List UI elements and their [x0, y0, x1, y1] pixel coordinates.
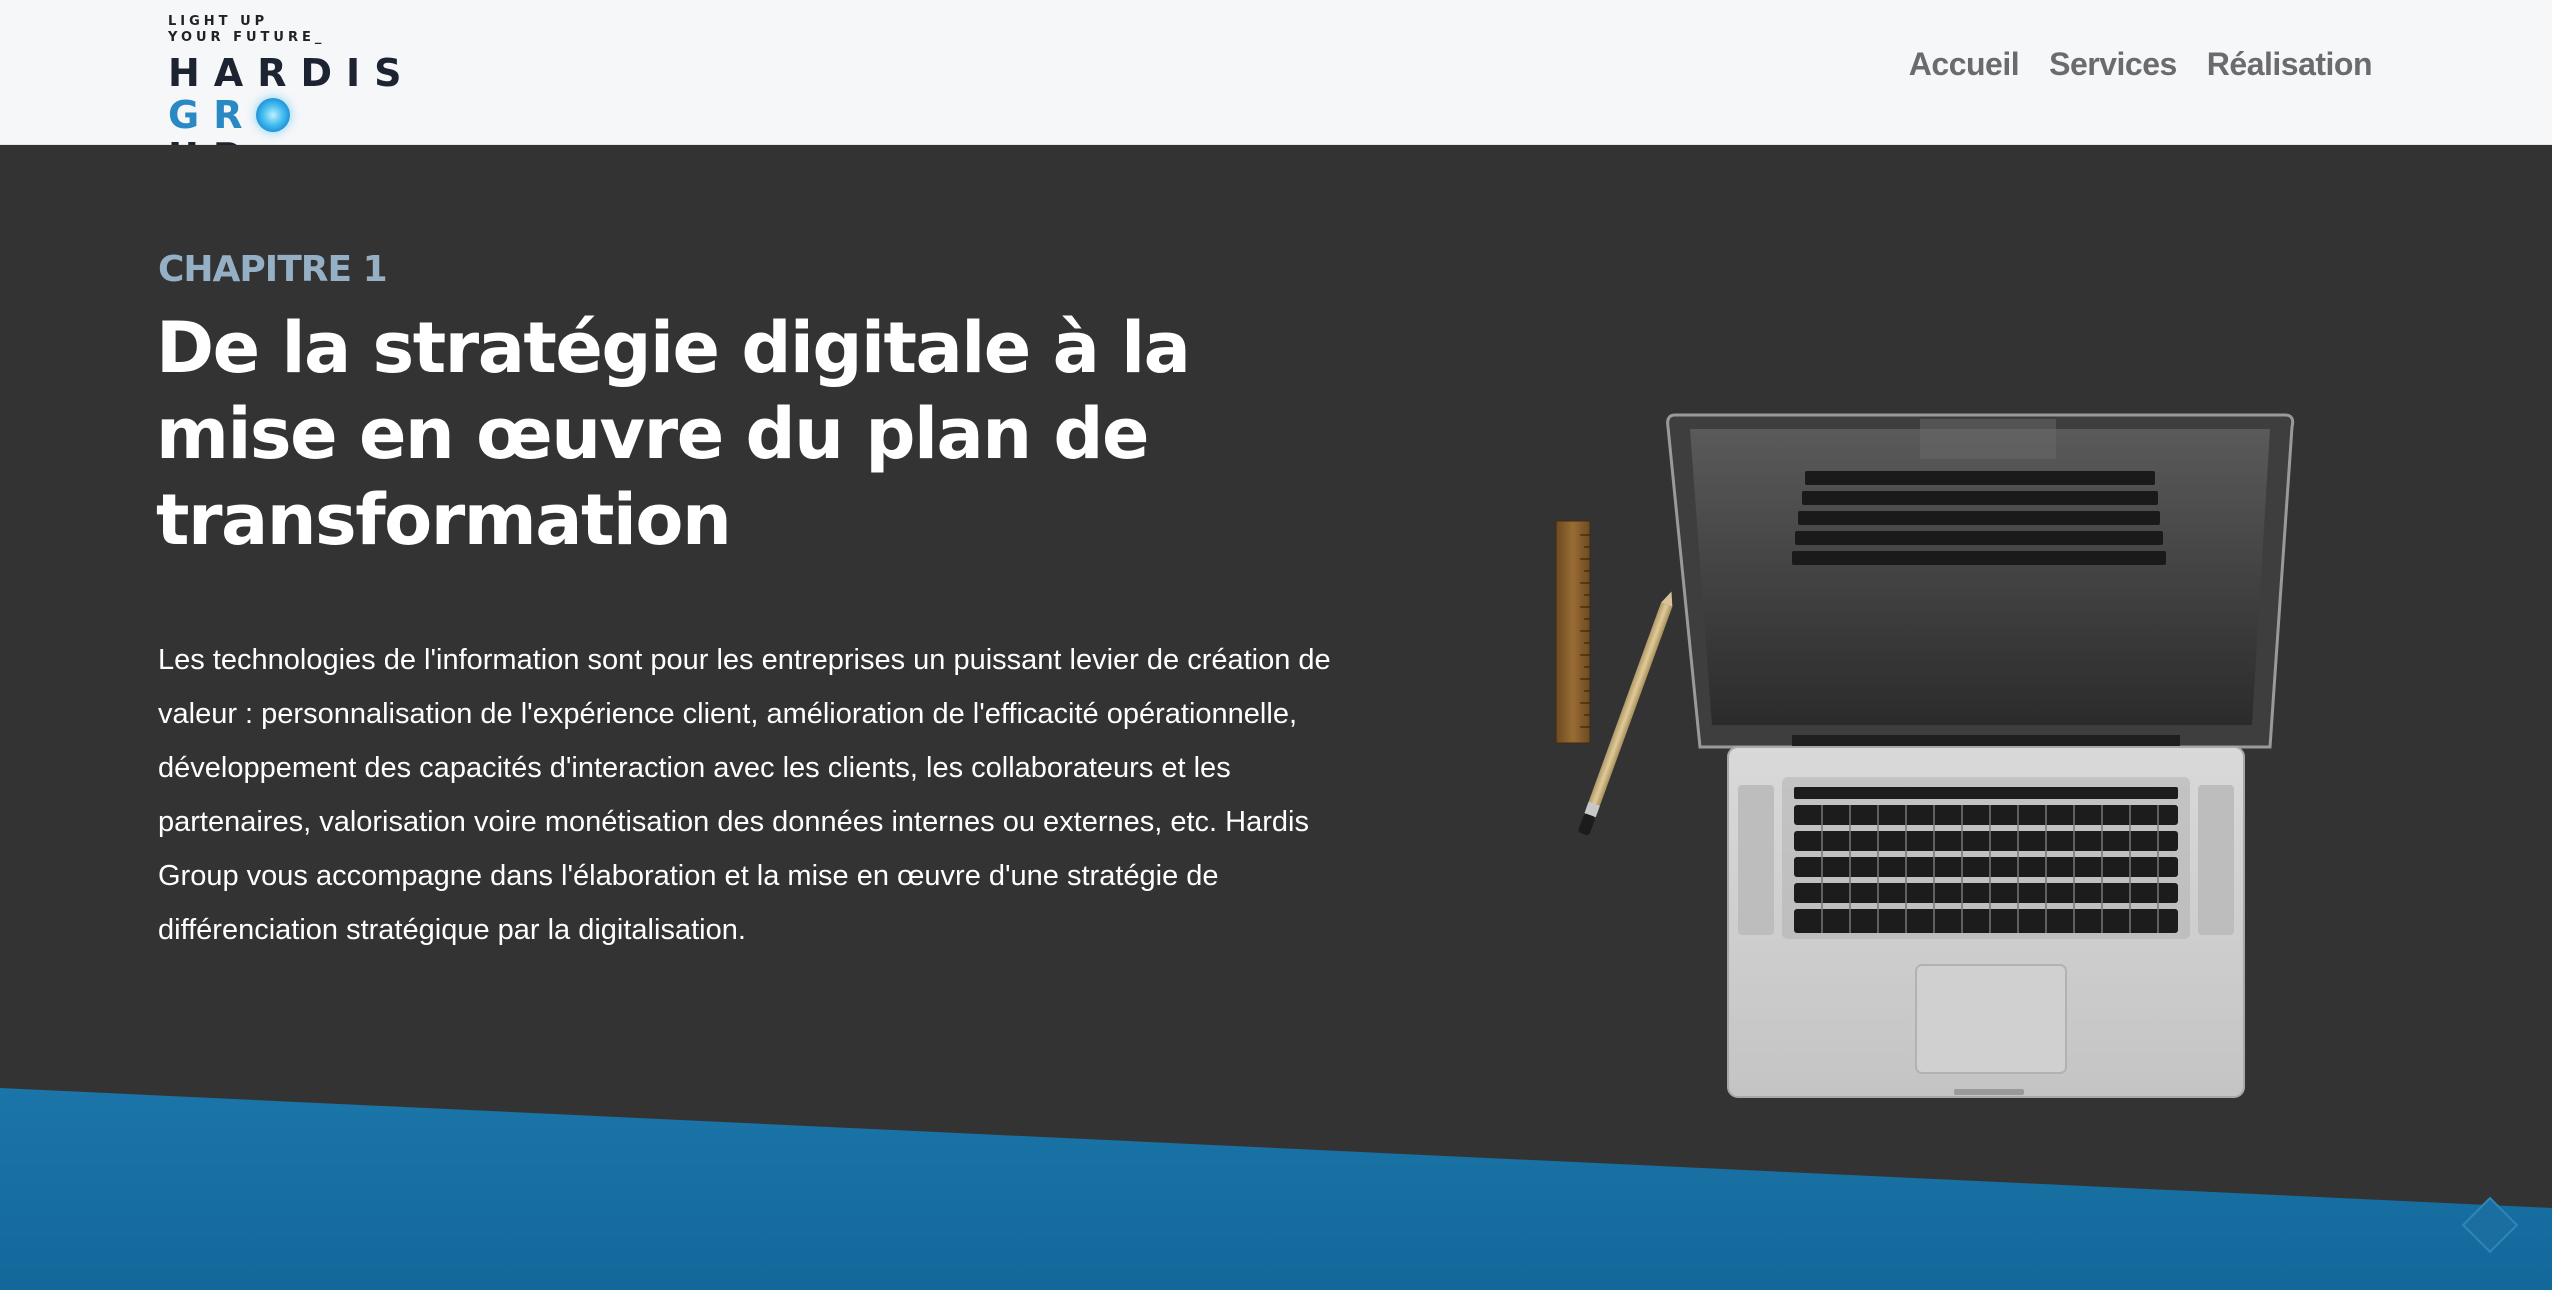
hero-body-text: Les technologies de l'information sont p…: [158, 644, 1331, 946]
chapter-label: CHAPITRE 1: [158, 249, 388, 290]
site-header: LIGHT UP YOUR FUTURE_ HARDIS GRUP Accuei…: [0, 0, 2552, 178]
logo-word-hardis: HARDIS: [168, 51, 416, 95]
main-nav: Accueil Services Réalisation: [1909, 46, 2373, 83]
hero-section: CHAPITRE 1 De la stratégie digitale à la…: [0, 145, 2552, 1290]
nav-services[interactable]: Services: [2049, 46, 2177, 83]
logo-glow-dot-icon: [256, 98, 291, 132]
hero-title: De la stratégie digitale à la mise en œu…: [156, 307, 1191, 561]
laptop-illustration: [1555, 413, 2295, 1098]
pencil-illustration: [1578, 591, 1673, 836]
laptop-base: [1727, 746, 2245, 1098]
logo-word-group-start: GR: [168, 93, 257, 137]
nav-accueil[interactable]: Accueil: [1909, 46, 2020, 83]
hardis-group-logo[interactable]: LIGHT UP YOUR FUTURE_ HARDIS GRUP: [168, 14, 416, 178]
laptop-screen: [1666, 413, 2295, 763]
logo-tagline-line1: LIGHT UP: [168, 14, 269, 29]
ruler-illustration: [1555, 520, 1591, 744]
logo-tagline-line2: YOUR FUTURE_: [168, 30, 326, 45]
nav-realisation[interactable]: Réalisation: [2207, 46, 2373, 83]
